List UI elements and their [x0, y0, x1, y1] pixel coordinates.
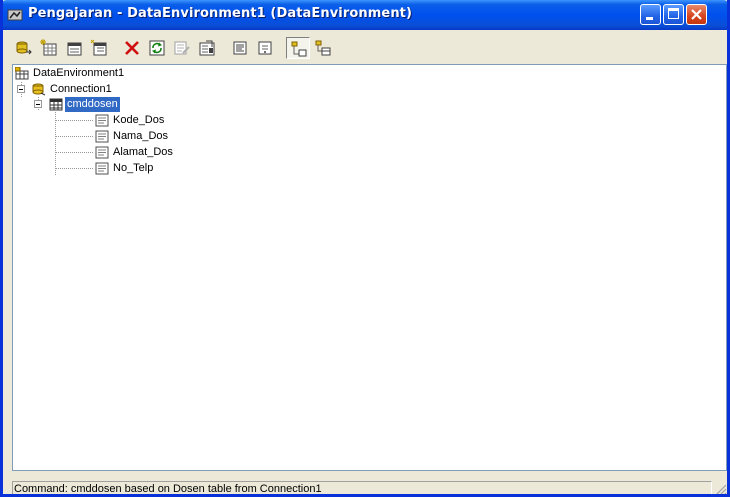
minimize-icon [646, 17, 653, 20]
title-bar[interactable]: Pengajaran - DataEnvironment1 (DataEnvir… [3, 0, 727, 30]
close-icon [691, 9, 702, 20]
insert-stored-procedures-button[interactable] [62, 37, 86, 59]
design-button[interactable] [170, 37, 194, 59]
delete-icon [125, 41, 139, 55]
tree-node-connection[interactable]: Connection1 [15, 82, 215, 97]
arrange-by-connections-button[interactable] [286, 37, 310, 59]
tree-label: Connection1 [50, 83, 112, 95]
maximize-button[interactable] [663, 4, 684, 25]
options-button[interactable] [253, 37, 277, 59]
arrange-by-connections-icon [291, 41, 307, 57]
properties-icon [199, 40, 215, 56]
refresh-button[interactable] [145, 37, 169, 59]
tree-label: DataEnvironment1 [33, 67, 125, 79]
field-icon [95, 146, 109, 159]
tree-node-field[interactable]: Alamat_Dos [15, 145, 215, 160]
connection-icon [32, 83, 46, 96]
maximize-icon [668, 8, 679, 19]
data-environment-tree[interactable]: DataEnvironment1 Connection1 cmddosen Ko… [12, 64, 727, 471]
data-environment-icon [15, 67, 29, 80]
tree-label: No_Telp [113, 162, 154, 174]
close-button[interactable] [686, 4, 707, 25]
table-icon [49, 98, 63, 111]
add-connection-button[interactable] [12, 37, 36, 59]
tree-label: Kode_Dos [113, 114, 165, 126]
designer-window: Pengajaran - DataEnvironment1 (DataEnvir… [0, 0, 730, 497]
field-icon [95, 114, 109, 127]
add-command-icon [40, 39, 57, 56]
tree-node-command[interactable]: cmddosen [15, 97, 215, 112]
tree-label: Nama_Dos [113, 130, 169, 142]
tree-label: cmddosen [65, 97, 120, 112]
delete-button[interactable] [120, 37, 144, 59]
designer-toolbar [12, 37, 448, 61]
add-connection-icon [16, 41, 32, 55]
minimize-button[interactable] [640, 4, 661, 25]
tree-node-field[interactable]: No_Telp [15, 161, 215, 176]
view-code-button[interactable] [228, 37, 252, 59]
tree-node-root[interactable]: DataEnvironment1 [15, 66, 215, 81]
properties-button[interactable] [195, 37, 219, 59]
data-environment-icon [7, 9, 23, 21]
options-icon [258, 41, 272, 55]
insert-stored-procedures-icon [67, 42, 82, 56]
tree-node-field[interactable]: Kode_Dos [15, 113, 215, 128]
add-child-command-button[interactable] [87, 37, 111, 59]
status-text: Command: cmddosen based on Dosen table f… [12, 481, 712, 494]
resize-grip-icon[interactable] [714, 482, 727, 495]
arrange-by-objects-icon [315, 40, 331, 56]
add-child-command-icon [90, 39, 107, 56]
field-icon [95, 130, 109, 143]
tree-node-field[interactable]: Nama_Dos [15, 129, 215, 144]
add-command-button[interactable] [37, 37, 61, 59]
status-bar: Command: cmddosen based on Dosen table f… [12, 480, 727, 495]
tree-label: Alamat_Dos [113, 146, 173, 158]
window-title: Pengajaran - DataEnvironment1 (DataEnvir… [28, 6, 413, 21]
design-icon [174, 41, 190, 55]
collapse-icon[interactable] [34, 100, 42, 108]
refresh-icon [149, 40, 165, 56]
arrange-by-objects-button[interactable] [311, 37, 335, 59]
field-icon [95, 162, 109, 175]
view-code-icon [233, 41, 247, 55]
collapse-icon[interactable] [17, 85, 25, 93]
